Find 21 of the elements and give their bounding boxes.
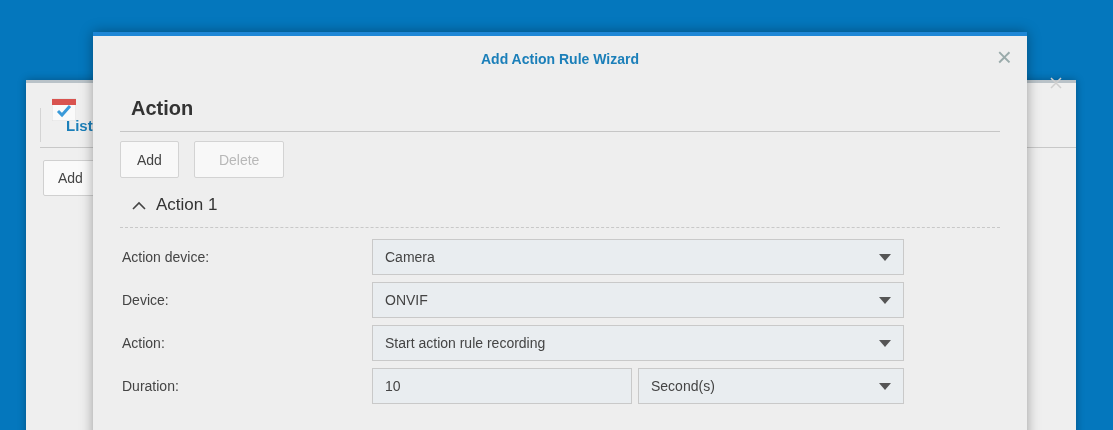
section-heading: Action xyxy=(131,97,195,121)
close-icon[interactable] xyxy=(1050,77,1062,89)
dropdown[interactable]: ONVIF xyxy=(372,282,904,318)
field-label: Action: xyxy=(121,335,166,351)
dropdown-caret-icon xyxy=(879,382,891,390)
field-label: Duration: xyxy=(121,378,180,394)
calendar-check-icon xyxy=(52,97,76,121)
dropdown-caret-icon xyxy=(879,296,891,304)
input-field[interactable]: 10 xyxy=(372,368,632,404)
dropdown-caret-icon xyxy=(879,253,891,261)
field-label: Action device: xyxy=(121,249,211,265)
dropdown[interactable]: Second(s) xyxy=(638,368,904,404)
chevron-up-icon[interactable] xyxy=(132,200,146,210)
tab[interactable]: List xyxy=(40,108,93,142)
dropdown-caret-icon xyxy=(879,339,891,347)
field-label: Device: xyxy=(121,292,170,308)
dropdown[interactable]: Start action rule recording xyxy=(372,325,904,361)
dialog-title: Add Action Rule Wizard xyxy=(481,51,639,69)
dropdown[interactable]: Camera xyxy=(372,239,904,275)
section-title: Action 1 xyxy=(156,195,218,215)
toolbar-button[interactable]: Add xyxy=(120,141,179,178)
